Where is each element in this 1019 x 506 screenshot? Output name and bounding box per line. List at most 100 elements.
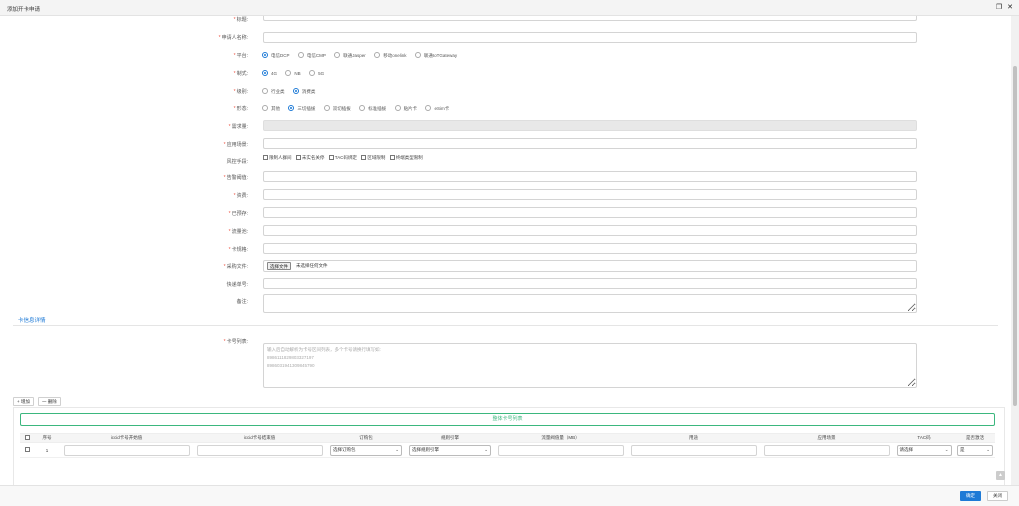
form-option-double-cut[interactable]: 双切插拔 xyxy=(323,105,351,112)
file-status: 未选择任何文件 xyxy=(296,263,328,268)
standard-option-4g[interactable]: 4G xyxy=(262,70,277,76)
risk-option-terminal[interactable]: 终端类型限制 xyxy=(389,155,423,161)
form-option-chip[interactable]: 贴片卡 xyxy=(394,105,417,112)
delete-row-button[interactable]: 一 删除 xyxy=(38,397,61,406)
prepaid-input[interactable] xyxy=(263,207,917,218)
risk-option-unverified[interactable]: 未实名关停 xyxy=(295,155,324,161)
demand-input[interactable] xyxy=(263,120,917,131)
remark-label: 备注: xyxy=(236,299,248,305)
purchase-file-field: 选择文件 未选择任何文件 xyxy=(263,260,917,272)
dialog-footer: 确定 关闭 xyxy=(0,485,1019,506)
platform-option-iotgateway[interactable]: 联通IoTGateway xyxy=(414,52,457,59)
level-option-industry[interactable]: 行业类 xyxy=(262,88,285,95)
confirm-button[interactable]: 确定 xyxy=(960,491,981,501)
risk-option-group-limit[interactable]: 限制人群间 xyxy=(263,155,292,161)
express-label: 快递单号: xyxy=(226,282,248,288)
platform-radio-group: 电信DCP 电信CMP 联通Jasper 移动onelink 联通IoTGate… xyxy=(262,52,464,59)
form-option-other[interactable]: 其他 xyxy=(262,105,280,112)
purchase-file-label: *采购文件: xyxy=(223,264,248,270)
usage-input[interactable] xyxy=(630,444,757,456)
card-list-textarea[interactable] xyxy=(263,343,917,388)
cardtype-label: *卡规格: xyxy=(228,247,248,253)
level-label: *级别: xyxy=(233,89,248,95)
chevron-down-icon: ⌄ xyxy=(484,447,488,452)
header-rule-engine: 规则引擎 xyxy=(406,433,494,443)
header-scenario: 应用场景 xyxy=(760,433,893,443)
cardtype-input[interactable] xyxy=(263,243,917,254)
header-tac: TAC码 xyxy=(893,433,955,443)
application-input[interactable] xyxy=(263,138,917,149)
restore-icon[interactable]: ❐ xyxy=(995,4,1003,12)
chevron-down-icon: ⌄ xyxy=(986,447,990,452)
table-header-row: 序号 iccid卡号开始值 iccid卡号结束值 订购包 规则引擎 流量阀值量（… xyxy=(20,433,995,443)
add-card-application-dialog: 添加开卡申请 ❐ ✕ *标题: *申请人名称: *平台: 电信DCP 电信CMP… xyxy=(0,0,1019,506)
package-select[interactable]: 选择订购包 ⌄ xyxy=(330,444,402,456)
risk-label: 风控手段: xyxy=(226,159,248,165)
fee-label: *资费: xyxy=(233,193,248,199)
prepaid-label: *已预存: xyxy=(228,211,248,217)
platform-option-dcp[interactable]: 电信DCP xyxy=(262,52,290,59)
header-select-all[interactable] xyxy=(20,433,34,443)
form-option-standard[interactable]: 标准插拔 xyxy=(359,105,386,112)
back-to-top-icon[interactable]: ▲ xyxy=(996,471,1005,480)
choose-file-button[interactable]: 选择文件 xyxy=(267,262,291,270)
row-checkbox[interactable] xyxy=(20,442,34,458)
tac-select[interactable]: 请选择 ⌄ xyxy=(896,444,952,456)
risk-option-tac[interactable]: TAC码绑定 xyxy=(328,155,357,161)
title-input[interactable] xyxy=(263,16,917,21)
applicant-label: *申请人名称: xyxy=(218,35,248,41)
close-button[interactable]: 关闭 xyxy=(987,491,1008,501)
dialog-title: 添加开卡申请 xyxy=(7,7,41,13)
form-option-esim[interactable]: eSim卡 xyxy=(425,105,449,112)
risk-checkbox-group: 限制人群间 未实名关停 TAC码绑定 区域限制 终端类型限制 xyxy=(263,155,426,161)
vertical-scrollbar[interactable] xyxy=(1011,16,1019,485)
platform-option-cmp[interactable]: 电信CMP xyxy=(297,52,326,59)
section-divider xyxy=(13,325,998,326)
rule-engine-select[interactable]: 选择规则引擎 ⌄ xyxy=(409,444,491,456)
standard-option-5g[interactable]: 5G xyxy=(309,70,324,76)
chevron-down-icon: ⌄ xyxy=(944,447,949,452)
iccid-end-input[interactable] xyxy=(196,444,323,456)
header-package: 订购包 xyxy=(326,433,406,443)
platform-label: *平台: xyxy=(233,53,248,59)
level-option-consumer[interactable]: 消费类 xyxy=(292,88,315,95)
header-activate: 是否激活 xyxy=(955,433,995,443)
close-icon[interactable]: ✕ xyxy=(1006,4,1014,12)
alert-label: *告警阈值: xyxy=(223,175,248,181)
form-option-triple-cut[interactable]: 三切插拔 xyxy=(288,105,315,112)
iccid-start-input[interactable] xyxy=(63,444,190,456)
express-input[interactable] xyxy=(263,278,917,289)
card-list-label: *卡号列表: xyxy=(223,339,248,345)
header-usage: 用途 xyxy=(627,433,760,443)
remark-textarea[interactable] xyxy=(263,294,917,313)
pool-label: *流量池: xyxy=(228,229,248,235)
traffic-threshold-input[interactable] xyxy=(497,444,624,456)
whole-card-list-button[interactable]: 整体卡号列表 xyxy=(20,413,995,426)
title-label: *标题: xyxy=(233,17,248,23)
dialog-body: *标题: *申请人名称: *平台: 电信DCP 电信CMP 联通Jasper 移… xyxy=(0,16,1011,485)
applicant-input[interactable] xyxy=(263,32,917,43)
header-traffic-threshold: 流量阀值量（MB） xyxy=(494,433,627,443)
scenario-input[interactable] xyxy=(763,444,890,456)
level-radio-group: 行业类 消费类 xyxy=(262,88,322,95)
standard-label: *制式: xyxy=(233,71,248,77)
pool-input[interactable] xyxy=(263,225,917,236)
activate-select[interactable]: 是 ⌄ xyxy=(957,444,993,456)
standard-option-nb[interactable]: NB xyxy=(285,70,301,76)
risk-option-region[interactable]: 区域限制 xyxy=(361,155,385,161)
card-info-section-title: 卡信息详情 xyxy=(18,318,46,324)
alert-input[interactable] xyxy=(263,171,917,182)
table-row: 1 选择订购包 ⌄ 选择规则引擎 ⌄ 请选择 ⌄ 是 ⌄ xyxy=(20,442,995,458)
platform-option-jasper[interactable]: 联通Jasper xyxy=(334,52,366,59)
platform-option-onelink[interactable]: 移动onelink xyxy=(374,52,406,59)
demand-label: *需求量: xyxy=(228,124,248,130)
chevron-down-icon: ⌄ xyxy=(395,447,399,452)
dialog-titlebar: 添加开卡申请 ❐ ✕ xyxy=(0,0,1019,16)
fee-input[interactable] xyxy=(263,189,917,200)
standard-radio-group: 4G NB 5G xyxy=(262,70,331,77)
application-label: *应用场景: xyxy=(223,142,248,148)
scrollbar-thumb[interactable] xyxy=(1013,66,1017,406)
add-row-button[interactable]: + 增加 xyxy=(13,397,34,406)
header-iccid-start: iccid卡号开始值 xyxy=(60,433,193,443)
row-index: 1 xyxy=(34,442,60,458)
